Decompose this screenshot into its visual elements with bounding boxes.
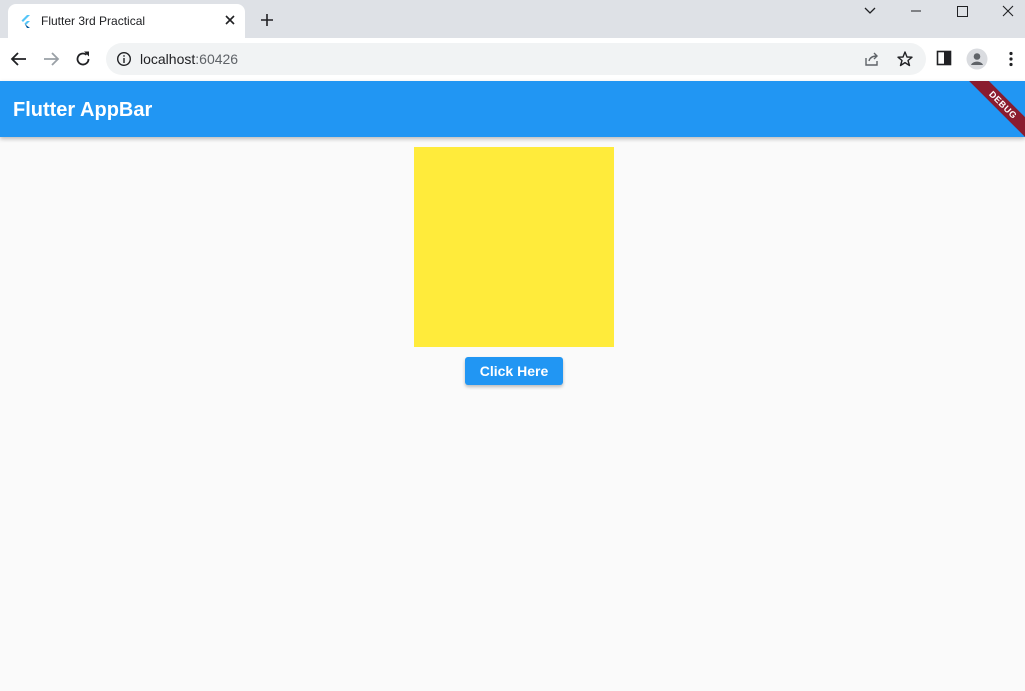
browser-tab[interactable]: Flutter 3rd Practical xyxy=(8,4,245,38)
click-here-button[interactable]: Click Here xyxy=(465,357,563,385)
minimize-icon[interactable] xyxy=(893,0,939,22)
back-arrow-icon[interactable] xyxy=(10,50,28,68)
reload-icon[interactable] xyxy=(74,50,92,68)
browser-tab-strip: Flutter 3rd Practical xyxy=(0,0,1025,38)
bookmark-star-icon[interactable] xyxy=(896,50,914,68)
app-bar-title: Flutter AppBar xyxy=(13,99,153,121)
url-text: localhost:60426 xyxy=(140,51,238,67)
more-menu-icon[interactable] xyxy=(1002,50,1020,68)
close-window-icon[interactable] xyxy=(985,0,1025,22)
url-port: :60426 xyxy=(195,51,239,67)
side-panel-icon[interactable] xyxy=(936,50,954,68)
tab-search-chevron-icon[interactable] xyxy=(847,0,893,22)
close-tab-icon[interactable] xyxy=(222,12,238,28)
maximize-icon[interactable] xyxy=(939,0,985,22)
url-host: localhost xyxy=(140,51,196,67)
browser-toolbar: localhost:60426 xyxy=(0,38,1025,81)
profile-avatar-icon[interactable] xyxy=(966,48,988,70)
debug-banner: DEBUG xyxy=(958,81,1025,137)
site-info-icon[interactable] xyxy=(116,51,132,67)
tab-title: Flutter 3rd Practical xyxy=(41,14,146,28)
share-icon[interactable] xyxy=(864,51,882,69)
flutter-logo-icon xyxy=(19,14,33,28)
app-bar: Flutter AppBar DEBUG xyxy=(0,81,1025,137)
address-bar[interactable]: localhost:60426 xyxy=(106,43,926,75)
yellow-container xyxy=(414,147,614,347)
new-tab-icon[interactable] xyxy=(258,11,276,29)
forward-arrow-icon[interactable] xyxy=(42,50,60,68)
